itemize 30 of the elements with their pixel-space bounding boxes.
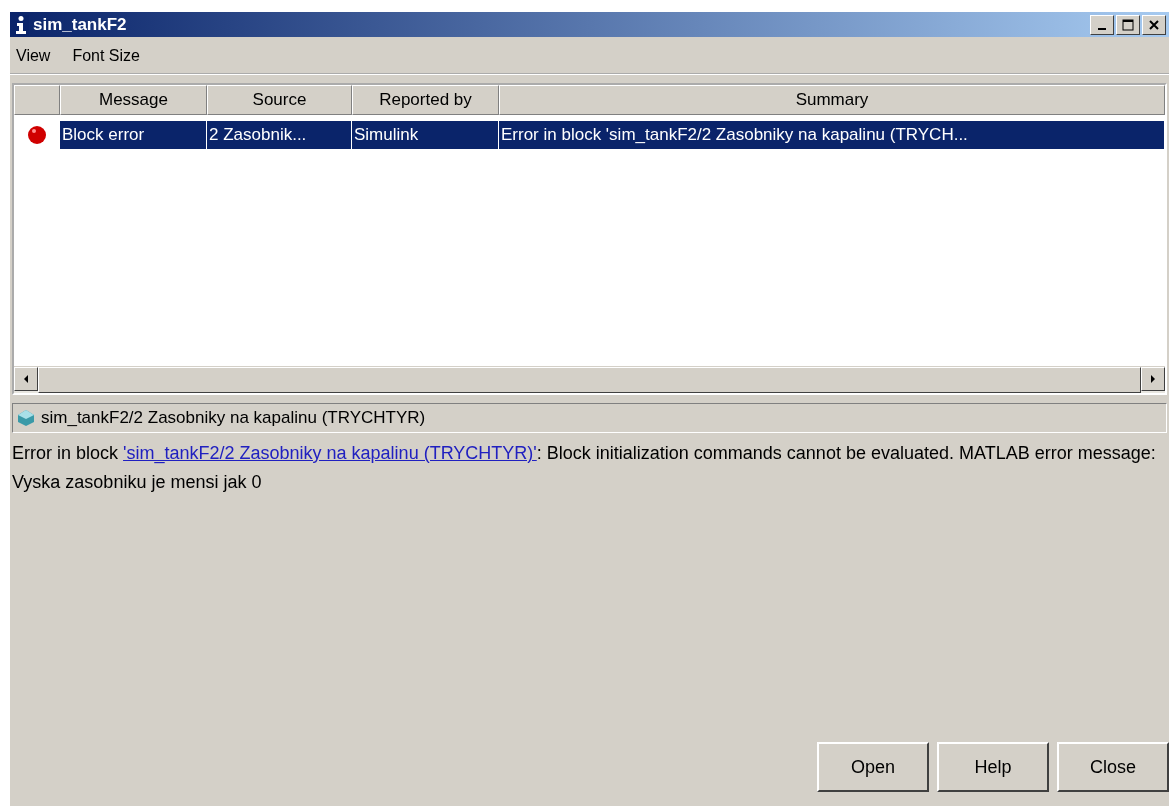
dialog-button[interactable]: Help [937, 742, 1049, 792]
block-icon [17, 409, 35, 427]
table-cell: Simulink [352, 121, 499, 149]
left-arrow-icon [22, 374, 30, 384]
dialog-button[interactable]: Open [817, 742, 929, 792]
error-message: Error in block 'sim_tankF2/2 Zasobniky na kapalinu (TRYCHTYR)': Block initialization commands cannot be evaluated. MATLAB error message: Vyska zasobniku je mensi jak 0 [12, 442, 1157, 494]
column-header[interactable]: Message [60, 85, 207, 115]
table-cell: Error in block 'sim_tankF2/2 Zasobniky na kapalinu (TRYCH... [499, 121, 1165, 149]
column-header[interactable]: Summary [499, 85, 1165, 115]
scroll-right-button[interactable] [1141, 367, 1165, 391]
block-link[interactable]: 'sim_tankF2/2 Zasobniky na kapalinu (TRYCHTYR)' [123, 443, 537, 463]
error-icon [26, 125, 47, 145]
maximize-button[interactable] [1116, 14, 1140, 35]
table-row[interactable]: Block error 2 Zasobnik... Simulink Error in block 'sim_tankF2/2 Zasobniky na kapalinu (TRYCH... [14, 121, 1165, 149]
dialog-button[interactable]: Close [1057, 742, 1169, 792]
minimize-button[interactable] [1090, 14, 1114, 35]
table-cell: Block error [60, 121, 207, 149]
close-icon[interactable] [1142, 14, 1166, 35]
menu-item[interactable]: Font Size [72, 47, 140, 65]
scroll-left-button[interactable] [14, 367, 38, 391]
block-path: sim_tankF2/2 Zasobniky na kapalinu (TRYCHTYR) [41, 408, 426, 428]
menu-item[interactable]: View [16, 47, 51, 65]
window-title: sim_tankF2 [33, 14, 127, 35]
info-icon [13, 14, 29, 35]
maximize-icon [1122, 18, 1134, 31]
column-header[interactable]: Source [207, 85, 352, 115]
column-header[interactable]: Reported by [352, 85, 499, 115]
minimize-icon [1098, 27, 1106, 30]
table-cell: 2 Zasobnik... [207, 121, 352, 149]
right-arrow-icon [1149, 374, 1157, 384]
